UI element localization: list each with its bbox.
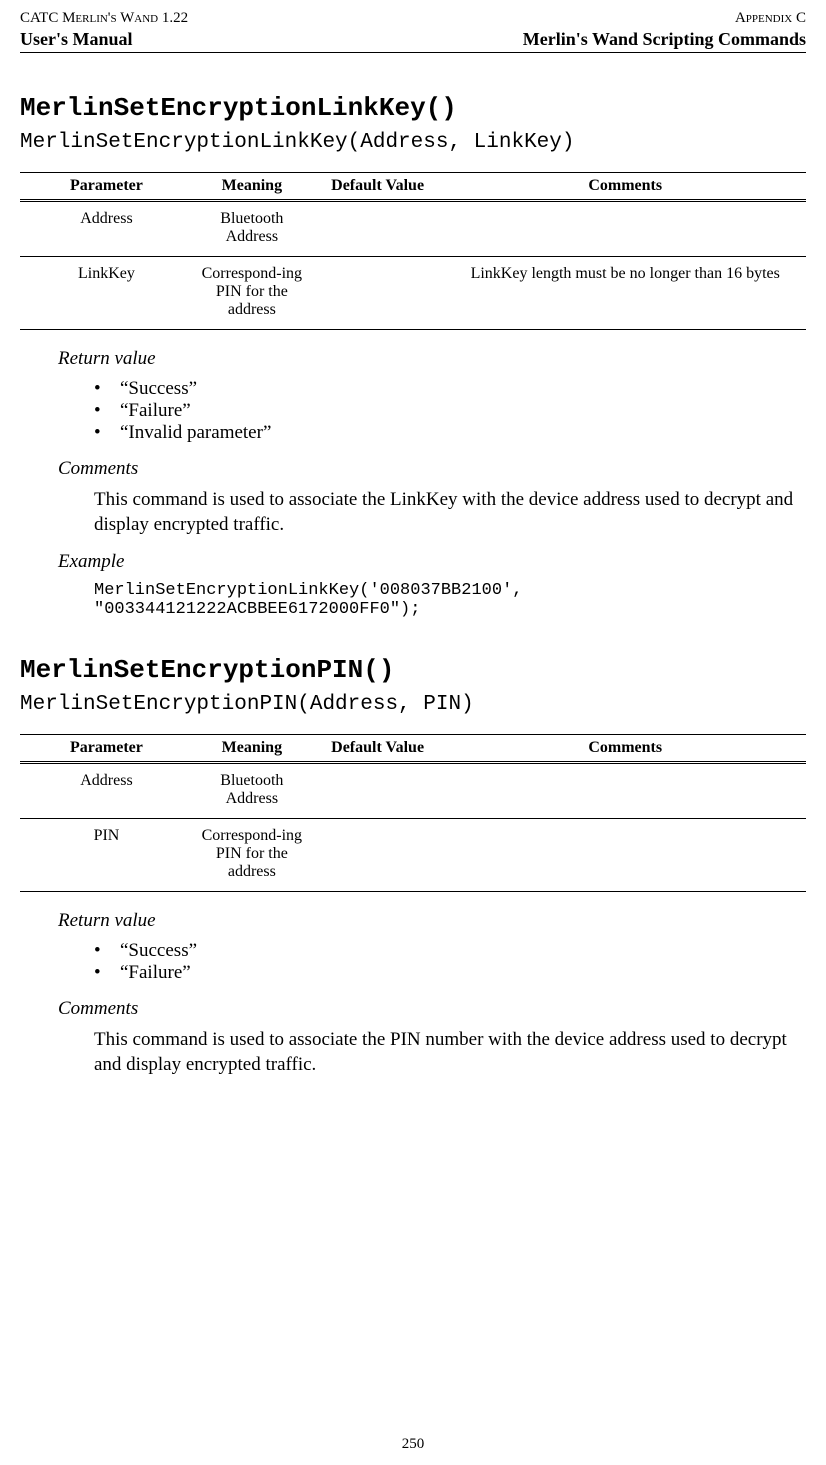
page-header: CATC Merlin's Wand 1.22 Appendix C — [20, 10, 806, 27]
list-item: “Success” — [94, 378, 806, 400]
td-comments — [444, 201, 806, 257]
th-meaning: Meaning — [193, 735, 311, 763]
td-default — [311, 257, 445, 330]
list-item: “Failure” — [94, 962, 806, 984]
td-default — [311, 763, 445, 819]
td-param: LinkKey — [20, 257, 193, 330]
subtitle-label: Merlin's Wand Scripting Commands — [523, 29, 806, 50]
return-label: Return value — [58, 910, 806, 932]
th-default: Default Value — [311, 173, 445, 201]
td-param: Address — [20, 201, 193, 257]
example-section-linkkey: Example MerlinSetEncryptionLinkKey('0080… — [58, 551, 806, 619]
page-number: 250 — [0, 1436, 826, 1453]
th-meaning: Meaning — [193, 173, 311, 201]
manual-label: User's Manual — [20, 29, 133, 50]
return-list: “Success” “Failure” “Invalid parameter” — [94, 378, 806, 444]
return-list: “Success” “Failure” — [94, 940, 806, 984]
th-parameter: Parameter — [20, 735, 193, 763]
product-name: CATC Merlin's Wand 1.22 — [20, 10, 188, 27]
comments-body: This command is used to associate the Li… — [94, 488, 806, 537]
appendix-label: Appendix C — [735, 10, 806, 27]
return-section-pin: Return value “Success” “Failure” — [58, 910, 806, 984]
th-parameter: Parameter — [20, 173, 193, 201]
td-param: PIN — [20, 819, 193, 892]
list-item: “Invalid parameter” — [94, 422, 806, 444]
table-row: PIN Correspond-ing PIN for the address — [20, 819, 806, 892]
td-default — [311, 201, 445, 257]
function-title-linkkey: MerlinSetEncryptionLinkKey() — [20, 93, 806, 123]
th-default: Default Value — [311, 735, 445, 763]
table-row: Address Bluetooth Address — [20, 763, 806, 819]
table-row: Address Bluetooth Address — [20, 201, 806, 257]
comments-section-linkkey: Comments This command is used to associa… — [58, 458, 806, 537]
td-meaning: Correspond-ing PIN for the address — [193, 819, 311, 892]
list-item: “Success” — [94, 940, 806, 962]
return-label: Return value — [58, 348, 806, 370]
td-meaning: Correspond-ing PIN for the address — [193, 257, 311, 330]
td-comments: LinkKey length must be no longer than 16… — [444, 257, 806, 330]
function-signature-linkkey: MerlinSetEncryptionLinkKey(Address, Link… — [20, 131, 806, 154]
function-signature-pin: MerlinSetEncryptionPIN(Address, PIN) — [20, 693, 806, 716]
list-item: “Failure” — [94, 400, 806, 422]
params-table-pin: Parameter Meaning Default Value Comments… — [20, 734, 806, 892]
example-code: MerlinSetEncryptionLinkKey('008037BB2100… — [94, 581, 806, 619]
function-title-pin: MerlinSetEncryptionPIN() — [20, 655, 806, 685]
comments-label: Comments — [58, 458, 806, 480]
th-comments: Comments — [444, 735, 806, 763]
td-default — [311, 819, 445, 892]
td-param: Address — [20, 763, 193, 819]
td-comments — [444, 763, 806, 819]
page-subheader: User's Manual Merlin's Wand Scripting Co… — [20, 29, 806, 50]
th-comments: Comments — [444, 173, 806, 201]
td-meaning: Bluetooth Address — [193, 201, 311, 257]
example-label: Example — [58, 551, 806, 573]
td-meaning: Bluetooth Address — [193, 763, 311, 819]
comments-body: This command is used to associate the PI… — [94, 1028, 806, 1077]
params-table-linkkey: Parameter Meaning Default Value Comments… — [20, 172, 806, 330]
table-row: LinkKey Correspond-ing PIN for the addre… — [20, 257, 806, 330]
td-comments — [444, 819, 806, 892]
comments-section-pin: Comments This command is used to associa… — [58, 998, 806, 1077]
return-section-linkkey: Return value “Success” “Failure” “Invali… — [58, 348, 806, 444]
header-rule — [20, 52, 806, 53]
comments-label: Comments — [58, 998, 806, 1020]
